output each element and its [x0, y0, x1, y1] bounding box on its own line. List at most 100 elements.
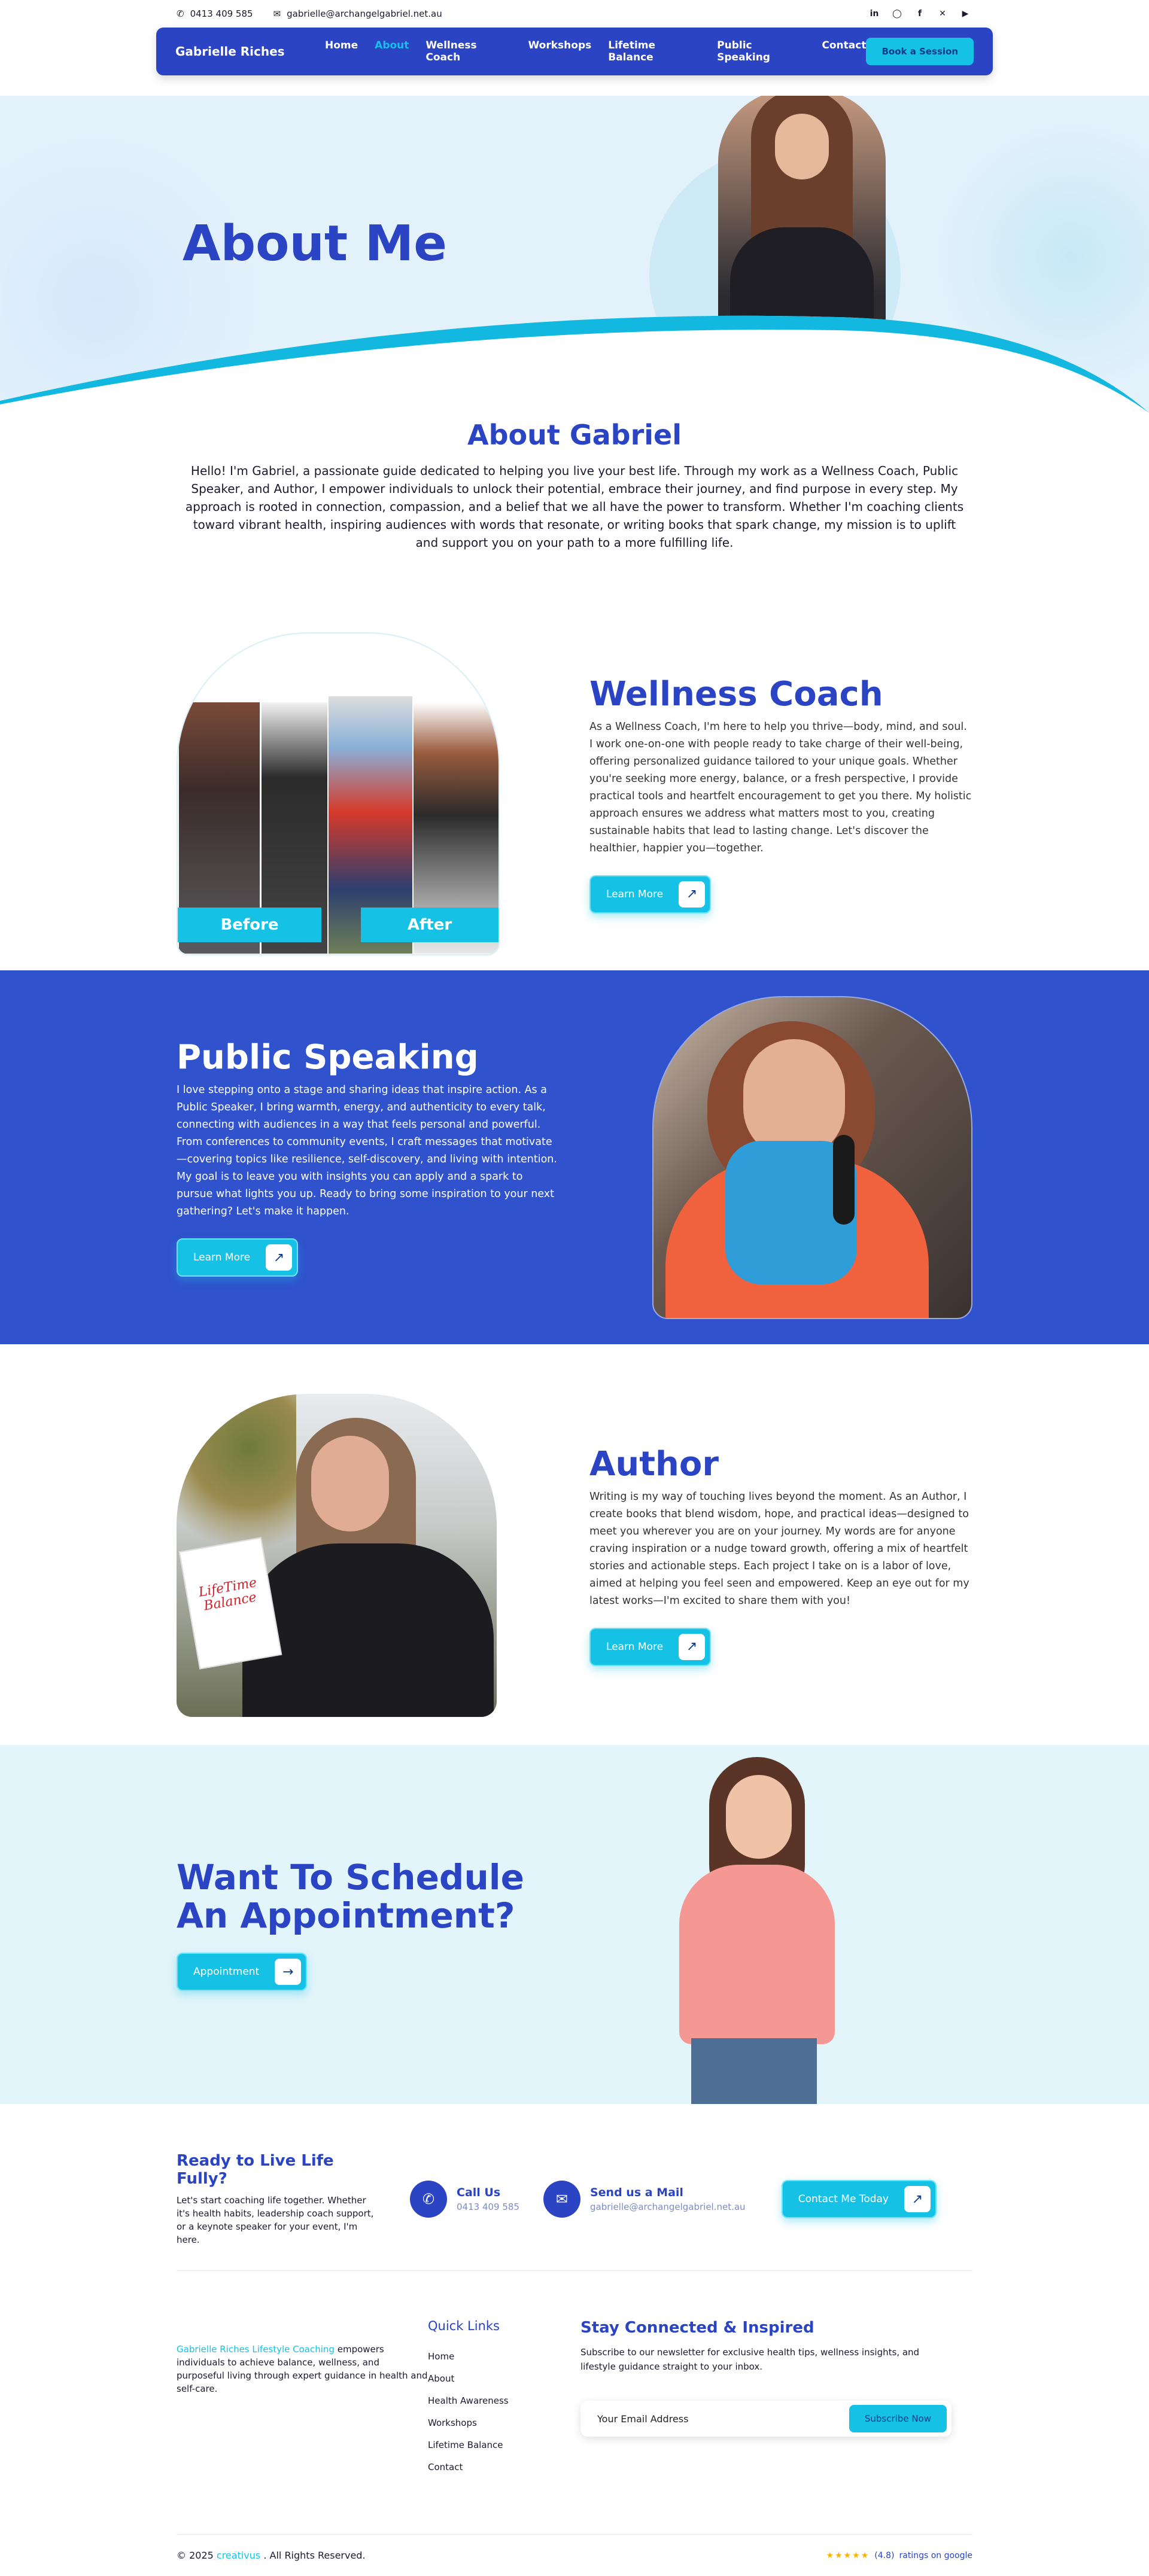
wellness-learn-more-button[interactable]: Learn More ↗ [589, 875, 712, 914]
appointment-button[interactable]: Appointment → [177, 1953, 308, 1991]
google-rating[interactable]: ★★★★★ (4.8) ratings on google [826, 2551, 972, 2560]
button-label: Learn More [193, 1252, 251, 1263]
public-speaking-text: I love stepping onto a stage and sharing… [177, 1084, 557, 1217]
public-speaking-content: Public Speaking I love stepping onto a s… [177, 1038, 560, 1277]
top-contacts: ✆ 0413 409 585 ✉ gabrielle@archangelgabr… [177, 8, 442, 19]
arrow-right-icon: → [275, 1959, 302, 1985]
after-label: After [361, 908, 498, 942]
appointment-inner: Want To Schedule An Appointment? Appoint… [177, 1745, 972, 2104]
nav-item-contact[interactable]: Contact [822, 39, 866, 63]
rating-text: ratings on google [899, 2550, 972, 2560]
book-session-button[interactable]: Book a Session [866, 38, 974, 65]
hero-wave [0, 315, 1149, 419]
author-title: Author [589, 1444, 719, 1484]
public-speaking-image [652, 995, 972, 1319]
send-mail-title: Send us a Mail [589, 2186, 683, 2199]
button-label: Learn More [606, 1640, 664, 1653]
before-after-card: Before After [177, 632, 500, 955]
send-mail-item[interactable]: ✉ Send us a Mail gabrielle@archangelgabr… [543, 2181, 746, 2218]
brand-logo[interactable]: Gabrielle Riches [175, 44, 325, 59]
youtube-icon[interactable]: ▶ [958, 7, 972, 21]
call-us-text: Call Us 0413 409 585 [457, 2186, 519, 2212]
author-content: Author Writing is my way of touching liv… [589, 1445, 972, 1666]
footer-link-contact[interactable]: Contact [428, 2462, 580, 2473]
newsletter-email-input[interactable] [597, 2413, 825, 2425]
top-email[interactable]: ✉ gabrielle@archangelgabriel.net.au [273, 8, 442, 19]
call-us-value: 0413 409 585 [457, 2202, 519, 2212]
nav-item-about[interactable]: About [375, 39, 409, 63]
footer-link-about[interactable]: About [428, 2373, 580, 2384]
before-label: Before [178, 908, 321, 942]
footer-link-home[interactable]: Home [428, 2351, 580, 2362]
button-label: Learn More [606, 888, 664, 900]
about-title: About Gabriel [467, 419, 682, 451]
arrow-up-right-icon: ↗ [679, 1633, 706, 1660]
mail-icon: ✉ [543, 2181, 580, 2218]
appointment-title: Want To Schedule An Appointment? [177, 1857, 524, 1936]
nav-menu: Home About Wellness Coach Workshops Life… [325, 39, 866, 63]
call-us-title: Call Us [457, 2186, 501, 2199]
rating-value: (4.8) [874, 2550, 895, 2560]
nav-item-wellness-coach[interactable]: Wellness Coach [425, 39, 511, 63]
footer-brand-link[interactable]: Gabrielle Riches Lifestyle Coaching [177, 2344, 335, 2355]
newsletter-title: Stay Connected & Inspired [580, 2319, 814, 2337]
hero-section: About Me [0, 96, 1149, 419]
top-email-text: gabrielle@archangelgabriel.net.au [287, 8, 442, 19]
woman-jeans [691, 2038, 817, 2104]
footer-about: Gabrielle Riches Lifestyle Coaching empo… [177, 2319, 428, 2534]
arrow-up-right-icon: ↗ [679, 881, 706, 908]
footer-newsletter: Stay Connected & Inspired Subscribe to o… [580, 2319, 952, 2534]
arrow-up-right-icon: ↗ [904, 2186, 931, 2212]
nav-item-workshops[interactable]: Workshops [528, 39, 592, 63]
cta-title: Ready to Live Life Fully? [177, 2152, 334, 2188]
footer-columns: Gabrielle Riches Lifestyle Coaching empo… [177, 2271, 972, 2534]
call-us-item[interactable]: ✆ Call Us 0413 409 585 [410, 2181, 519, 2218]
copyright-prefix: © 2025 [177, 2550, 214, 2561]
copyright-suffix: . All Rights Reserved. [263, 2550, 366, 2561]
button-label: Appointment [193, 1966, 260, 1978]
author-body [242, 1543, 494, 1717]
cta-text: Let's start coaching life together. Whet… [177, 2195, 374, 2245]
nav-item-home[interactable]: Home [325, 39, 358, 63]
arrow-up-right-icon: ↗ [266, 1244, 293, 1271]
contact-me-today-button[interactable]: Contact Me Today ↗ [781, 2180, 937, 2218]
public-speaking-inner: Public Speaking I love stepping onto a s… [177, 970, 972, 1344]
button-label: Contact Me Today [798, 2193, 889, 2205]
newsletter-text: Subscribe to our newsletter for exclusiv… [580, 2347, 920, 2372]
subscribe-button[interactable]: Subscribe Now [849, 2405, 947, 2432]
footer-link-health-awareness[interactable]: Health Awareness [428, 2395, 580, 2406]
x-icon[interactable]: ✕ [935, 7, 950, 21]
footer-link-workshops[interactable]: Workshops [428, 2417, 580, 2428]
phone-icon: ✆ [177, 8, 184, 19]
author-text: Writing is my way of touching lives beyo… [589, 1490, 969, 1607]
public-speaking-title: Public Speaking [177, 1038, 479, 1077]
facebook-icon[interactable]: f [913, 7, 927, 21]
newsletter-form: Subscribe Now [580, 2401, 952, 2437]
author-image: LifeTime Balance [177, 1393, 497, 1717]
social-links: in ◯ f ✕ ▶ [867, 7, 972, 21]
linkedin-icon[interactable]: in [867, 7, 881, 21]
wellness-title: Wellness Coach [589, 674, 883, 714]
appointment-content: Want To Schedule An Appointment? Appoint… [177, 1858, 548, 1991]
copyright-text: © 2025 creativus . All Rights Reserved. [177, 2550, 366, 2561]
author-learn-more-button[interactable]: Learn More ↗ [589, 1627, 712, 1666]
portrait-face [775, 114, 829, 179]
quick-links-title: Quick Links [428, 2319, 500, 2333]
cta-row: Ready to Live Life Fully? Let's start co… [177, 2152, 972, 2271]
instagram-icon[interactable]: ◯ [890, 7, 904, 21]
quick-links-list: Home About Health Awareness Workshops Li… [428, 2351, 580, 2473]
nav-item-public-speaking[interactable]: Public Speaking [717, 39, 805, 63]
footer-link-lifetime-balance[interactable]: Lifetime Balance [428, 2440, 580, 2450]
phone-icon: ✆ [410, 2181, 447, 2218]
appointment-woman-image [661, 1757, 853, 2104]
creativus-link[interactable]: creativus [217, 2550, 260, 2561]
main-nav: Gabrielle Riches Home About Wellness Coa… [156, 28, 993, 75]
copyright-bar: © 2025 creativus . All Rights Reserved. … [177, 2534, 972, 2576]
cta-intro: Ready to Live Life Fully? Let's start co… [177, 2152, 374, 2246]
about-section: About Gabriel Hello! I'm Gabriel, a pass… [0, 419, 1149, 587]
mail-icon: ✉ [273, 8, 281, 19]
public-speaking-learn-more-button[interactable]: Learn More ↗ [177, 1238, 299, 1277]
star-rating-icon: ★★★★★ [826, 2550, 870, 2560]
top-phone[interactable]: ✆ 0413 409 585 [177, 8, 253, 19]
nav-item-lifetime-balance[interactable]: Lifetime Balance [608, 39, 700, 63]
